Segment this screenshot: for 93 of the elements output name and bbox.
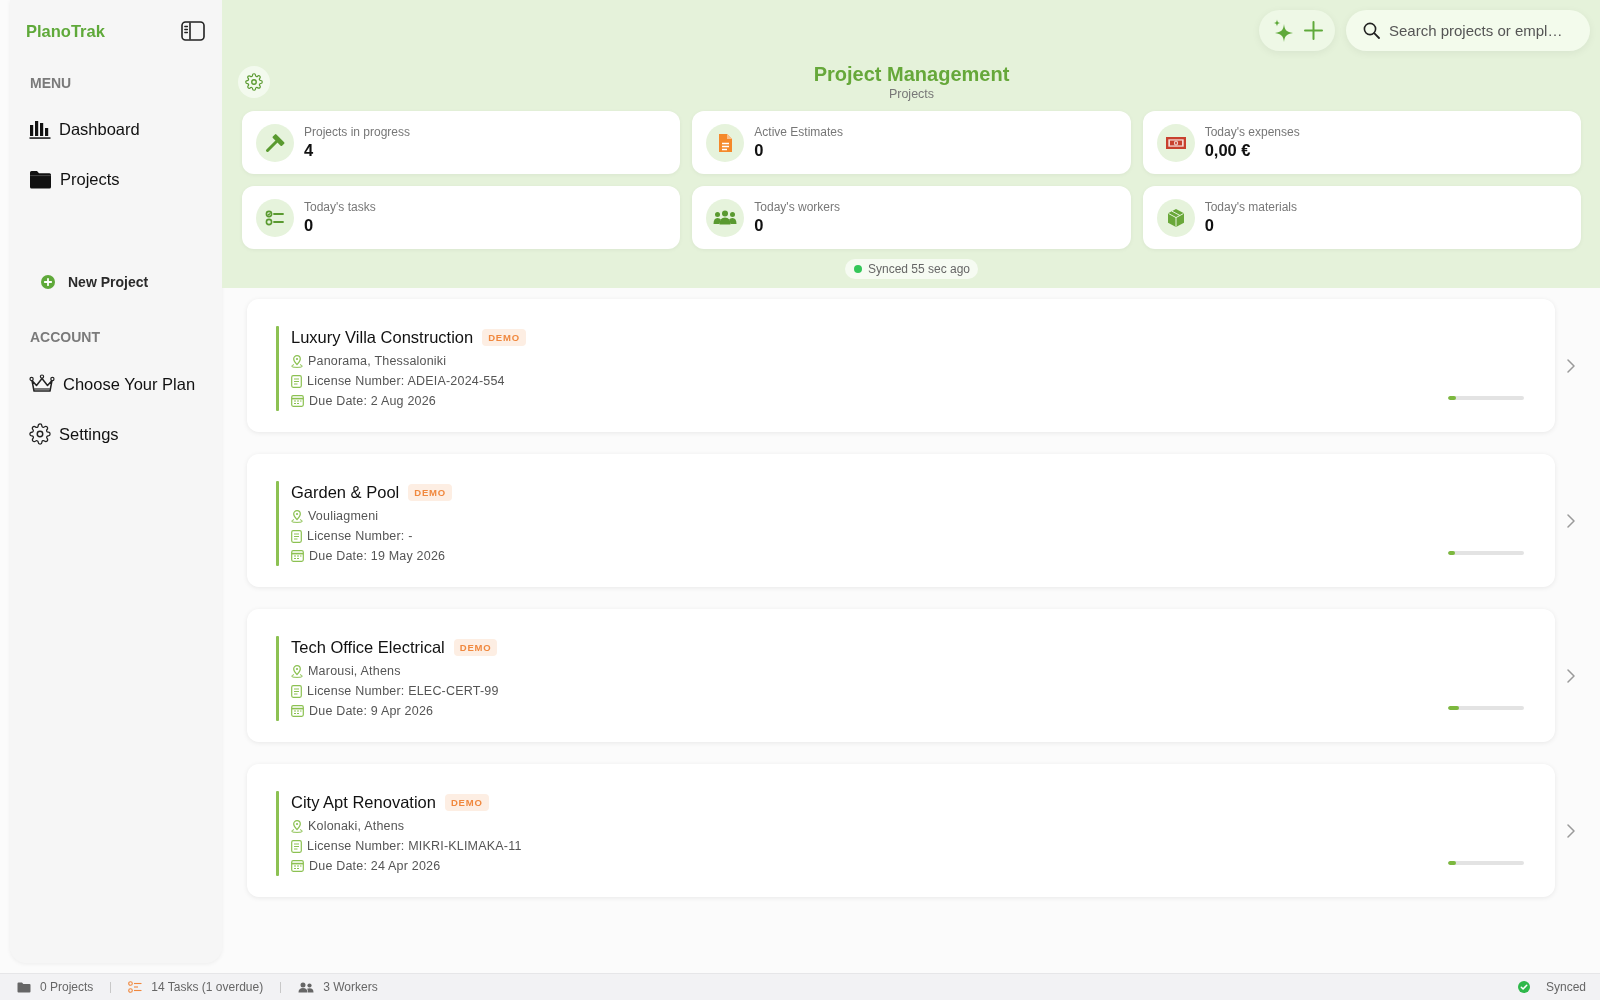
document-icon [291,684,302,698]
plus-icon [1304,21,1323,40]
sidebar-item[interactable]: Projects [10,159,120,199]
calendar-icon [291,705,304,717]
project-location: Marousi, Athens [308,664,401,678]
status-text: 14 Tasks (1 overdue) [151,980,264,994]
people-icon [706,198,745,237]
chevron-right-icon [1567,513,1575,528]
folder-icon [17,981,31,993]
project-name: Garden & Pool [291,482,400,502]
crown-icon [29,374,55,394]
project-location: Panorama, Thessaloniki [308,354,447,368]
license-number: License Number: MIKRI-KLIMAKA-11 [307,839,522,853]
project-location: Kolonaki, Athens [308,819,405,833]
stat-label: Today's tasks [304,200,376,215]
chevron-right-icon [1567,358,1575,373]
chevron-right-icon [1567,668,1575,683]
project-card[interactable]: City Apt Renovation DEMO Kolonaki, Athens License Number: MIKRI-KLIMAKA-11 Due Date: 24 Apr 2026 [247,764,1555,897]
demo-tag: DEMO [482,328,526,346]
stat-value: 0 [1204,215,1214,235]
status-text: 3 Workers [323,980,378,994]
project-name: Luxury Villa Construction [291,327,474,347]
task-list-icon [128,980,143,994]
project-name: City Apt Renovation [291,792,436,812]
project-card[interactable]: Luxury Villa Construction DEMO Panorama, Thessaloniki License Number: ADEIA-2024-554 Due Date: 2 Aug 2026 [247,299,1555,432]
add-button[interactable] [1304,21,1323,40]
sparkle-icon [1272,18,1294,43]
stat-label: Today's workers [754,200,840,215]
sidebar-icon [181,21,205,41]
cube-icon [1156,198,1195,237]
section-heading: ACCOUNT [30,328,100,346]
demo-tag: DEMO [453,638,498,656]
status-dot-icon [853,265,862,273]
stat-value: 0 [754,215,764,235]
page-settings-button[interactable] [238,66,270,98]
bar-chart-icon [29,119,51,139]
stat-label: Today's materials [1204,200,1297,215]
project-location: Vouliagmeni [308,509,379,523]
map-pin-icon [291,509,303,523]
sidebar-item[interactable]: Settings [10,414,119,454]
sidebar-toggle-button[interactable] [181,21,205,41]
calendar-icon [291,395,304,407]
checklist-icon [256,198,294,237]
map-pin-icon [291,354,303,368]
banknote-icon [1156,123,1195,162]
stat-value: 0,00 € [1204,140,1251,160]
document-icon [706,123,745,162]
stat-label: Today's expenses [1204,125,1300,140]
stat-value: 4 [304,140,314,160]
search-icon [1363,22,1380,39]
map-pin-icon [291,664,303,678]
stat-label: Active Estimates [754,125,844,140]
license-number: License Number: ADEIA-2024-554 [307,374,505,388]
calendar-icon [291,550,304,562]
settings-icon [245,73,263,91]
chevron-right-icon [1567,823,1575,838]
due-date: Due Date: 24 Apr 2026 [309,859,441,873]
document-icon [291,374,302,388]
stat-label: Projects in progress [304,125,411,140]
project-card[interactable]: Garden & Pool DEMO Vouliagmeni License Number: - Due Date: 19 May 2026 [247,454,1555,587]
project-card[interactable]: Tech Office Electrical DEMO Marousi, Athens License Number: ELEC-CERT-99 Due Date: 9 Apr 2026 [247,609,1555,742]
new-project-button[interactable]: New Project [41,262,149,302]
brand-logo: PlanoTrak [26,21,105,41]
plus-circle-icon [41,275,55,289]
document-icon [291,839,302,853]
people-icon [298,981,315,993]
license-number: License Number: ELEC-CERT-99 [307,684,499,698]
due-date: Due Date: 19 May 2026 [309,549,446,563]
page-title: Project Management [813,62,1010,86]
section-heading: MENU [30,74,72,92]
sidebar-item[interactable]: Dashboard [10,109,140,149]
map-pin-icon [291,819,303,833]
due-date: Due Date: 9 Apr 2026 [309,704,434,718]
demo-tag: DEMO [444,793,489,811]
settings-icon [29,423,51,445]
folder-icon [29,169,52,189]
due-date: Due Date: 2 Aug 2026 [309,394,436,408]
sync-status-text: Synced [1545,980,1586,994]
calendar-icon [291,860,304,872]
sidebar-item[interactable]: Choose Your Plan [10,364,196,404]
check-circle-icon [1517,981,1530,993]
document-icon [291,529,302,543]
stat-value: 0 [304,215,314,235]
hammer-icon [256,123,294,162]
stat-value: 0 [754,140,764,160]
search-field[interactable]: Search projects or empl… [1346,10,1590,51]
license-number: License Number: - [307,529,413,543]
demo-tag: DEMO [408,483,452,501]
page-subtitle: Projects [888,86,935,102]
project-name: Tech Office Electrical [291,637,445,657]
status-text: 0 Projects [40,980,94,994]
ai-assistant-button[interactable] [1272,18,1294,43]
sync-status-text: Synced 55 sec ago [867,262,971,276]
